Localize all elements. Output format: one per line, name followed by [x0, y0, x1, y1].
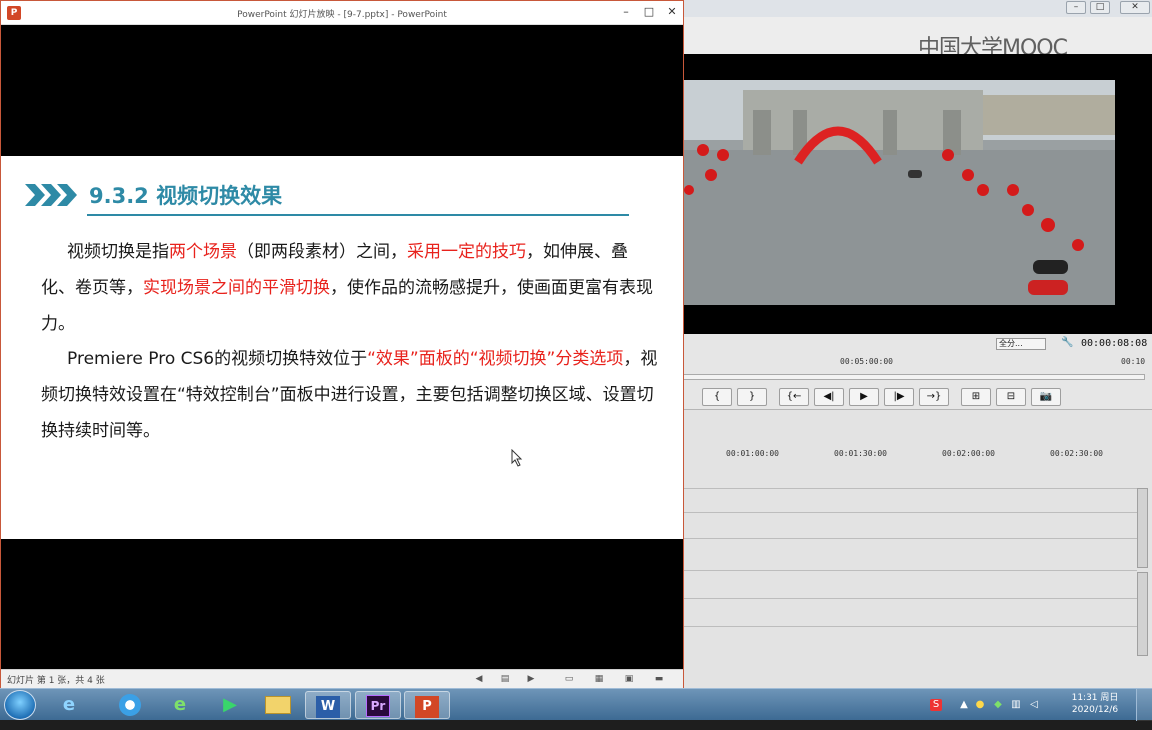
- menu-icon[interactable]: ▤: [499, 674, 511, 684]
- tray-expand-icon[interactable]: ▲: [958, 699, 970, 711]
- mouse-cursor-icon: [511, 449, 523, 467]
- next-icon[interactable]: ▶: [525, 674, 537, 684]
- track-divider: [683, 488, 1137, 489]
- play-button[interactable]: ▶: [849, 388, 879, 406]
- goto-in-button[interactable]: {←: [779, 388, 809, 406]
- timecode: 00:00:08:08: [1081, 338, 1148, 349]
- monitor-side-panel: [1115, 54, 1152, 334]
- maximize-icon[interactable]: □: [640, 5, 658, 18]
- timeline-scrollbar[interactable]: [1137, 572, 1148, 656]
- mark-out-button[interactable]: }: [737, 388, 767, 406]
- slide-heading: 9.3.2 视频切换效果: [89, 184, 283, 208]
- slideshow-view-icon[interactable]: ▬: [653, 674, 665, 684]
- close-icon[interactable]: ✕: [1120, 1, 1150, 14]
- restore-icon[interactable]: □: [1090, 1, 1110, 14]
- browser-icon[interactable]: [108, 691, 152, 719]
- previous-icon[interactable]: ◀: [473, 674, 485, 684]
- heading-underline: [87, 214, 629, 216]
- clock-time: 11:31 周日: [1071, 693, 1119, 703]
- timeline-mark: 00:01:30:00: [834, 449, 887, 458]
- ppt-titlebar: P PowerPoint 幻灯片放映 - [9-7.pptx] - PowerP…: [1, 1, 683, 25]
- window-title: PowerPoint 幻灯片放映 - [9-7.pptx] - PowerPoi…: [237, 10, 447, 20]
- clock[interactable]: 11:31 周日 2020/12/6: [1066, 692, 1124, 716]
- minimize-icon[interactable]: –: [1066, 1, 1086, 14]
- word-icon: W: [316, 696, 340, 718]
- goto-out-button[interactable]: →}: [919, 388, 949, 406]
- track-divider: [683, 570, 1137, 571]
- track-divider: [683, 626, 1137, 627]
- powerpoint-icon: P: [415, 696, 439, 718]
- ruler-mark: 00:05:00:00: [840, 357, 893, 366]
- close-icon[interactable]: ✕: [663, 5, 681, 18]
- timeline-mark: 00:02:30:00: [1050, 449, 1103, 458]
- media-player-icon[interactable]: ▶: [207, 691, 253, 719]
- powerpoint-taskbar-item[interactable]: P: [404, 691, 450, 719]
- ruler-mark-end: 00:10: [1121, 357, 1146, 366]
- reading-view-icon[interactable]: ▣: [623, 674, 635, 684]
- premiere-icon: Pr: [366, 695, 390, 717]
- paragraph-2: Premiere Pro CS6的视频切换特效位于“效果”面板的“视频切换”分类…: [41, 341, 661, 449]
- folder-icon[interactable]: [255, 691, 301, 719]
- track-divider: [683, 512, 1137, 513]
- track-divider: [683, 538, 1137, 539]
- paragraph-1: 视频切换是指两个场景（即两段素材）之间，采用一定的技巧，如伸展、叠化、卷页等，实…: [41, 234, 661, 342]
- timeline-scrollbar[interactable]: [1137, 488, 1148, 568]
- timeline-mark: 00:02:00:00: [942, 449, 995, 458]
- highlight-text: 两个场景: [169, 242, 237, 262]
- security-icon[interactable]: ◆: [992, 699, 1004, 711]
- ppt-statusbar: 幻灯片 第 1 张，共 4 张 ◀ ▤ ▶ ▭ ▦ ▣ ▬: [1, 669, 683, 688]
- minimize-icon[interactable]: –: [617, 5, 635, 18]
- video-frame: [683, 80, 1115, 305]
- taskbar: e e ▶ W Pr P S ▲ ● ◆ ▥ ◁ 11:31 周日 2020/1…: [0, 688, 1152, 721]
- extract-button[interactable]: ⊟: [996, 388, 1026, 406]
- chevron-arrows-icon: [25, 184, 77, 206]
- sorter-view-icon[interactable]: ▦: [593, 674, 605, 684]
- edge-icon[interactable]: e: [157, 691, 203, 719]
- network-icon[interactable]: ▥: [1010, 699, 1022, 711]
- monitor-scrubber[interactable]: [683, 374, 1145, 380]
- volume-icon[interactable]: ◁: [1028, 699, 1040, 711]
- wrench-icon[interactable]: 🔧: [1061, 337, 1073, 348]
- text-run: （即两段素材）之间，: [237, 242, 407, 262]
- text-run: Premiere Pro CS6的视频切换特效位于: [67, 349, 368, 369]
- premiere-titlebar: – □ ✕: [683, 0, 1152, 17]
- slide: 9.3.2 视频切换效果 视频切换是指两个场景（即两段素材）之间，采用一定的技巧…: [1, 156, 683, 539]
- powerpoint-window: P PowerPoint 幻灯片放映 - [9-7.pptx] - PowerP…: [0, 0, 684, 688]
- step-forward-button[interactable]: |▶: [884, 388, 914, 406]
- track-divider: [683, 598, 1137, 599]
- fit-select[interactable]: 全分...: [996, 338, 1046, 350]
- program-monitor-video: [683, 54, 1115, 334]
- timeline-mark: 00:01:00:00: [726, 449, 779, 458]
- lift-button[interactable]: ⊞: [961, 388, 991, 406]
- highlight-text: 实现场景之间的平滑切换: [143, 278, 330, 298]
- premiere-taskbar-item[interactable]: Pr: [355, 691, 401, 719]
- slide-counter: 幻灯片 第 1 张，共 4 张: [7, 676, 105, 686]
- show-desktop-button[interactable]: [1136, 689, 1152, 721]
- mark-in-button[interactable]: {: [702, 388, 732, 406]
- tray-app-icon[interactable]: ●: [974, 699, 986, 711]
- text-run: 视频切换是指: [67, 242, 169, 262]
- word-taskbar-item[interactable]: W: [305, 691, 351, 719]
- camera-icon[interactable]: 📷: [1031, 388, 1061, 406]
- campus-gate-image: [683, 80, 1115, 305]
- highlight-text: “效果”面板的“视频切换”分类选项: [367, 349, 624, 369]
- normal-view-icon[interactable]: ▭: [563, 674, 575, 684]
- ie-icon[interactable]: e: [46, 691, 92, 719]
- clock-date: 2020/12/6: [1071, 705, 1119, 715]
- highlight-text: 采用一定的技巧: [407, 242, 526, 262]
- step-back-button[interactable]: ◀|: [814, 388, 844, 406]
- input-method-icon[interactable]: S: [930, 699, 942, 711]
- start-button[interactable]: [4, 690, 36, 720]
